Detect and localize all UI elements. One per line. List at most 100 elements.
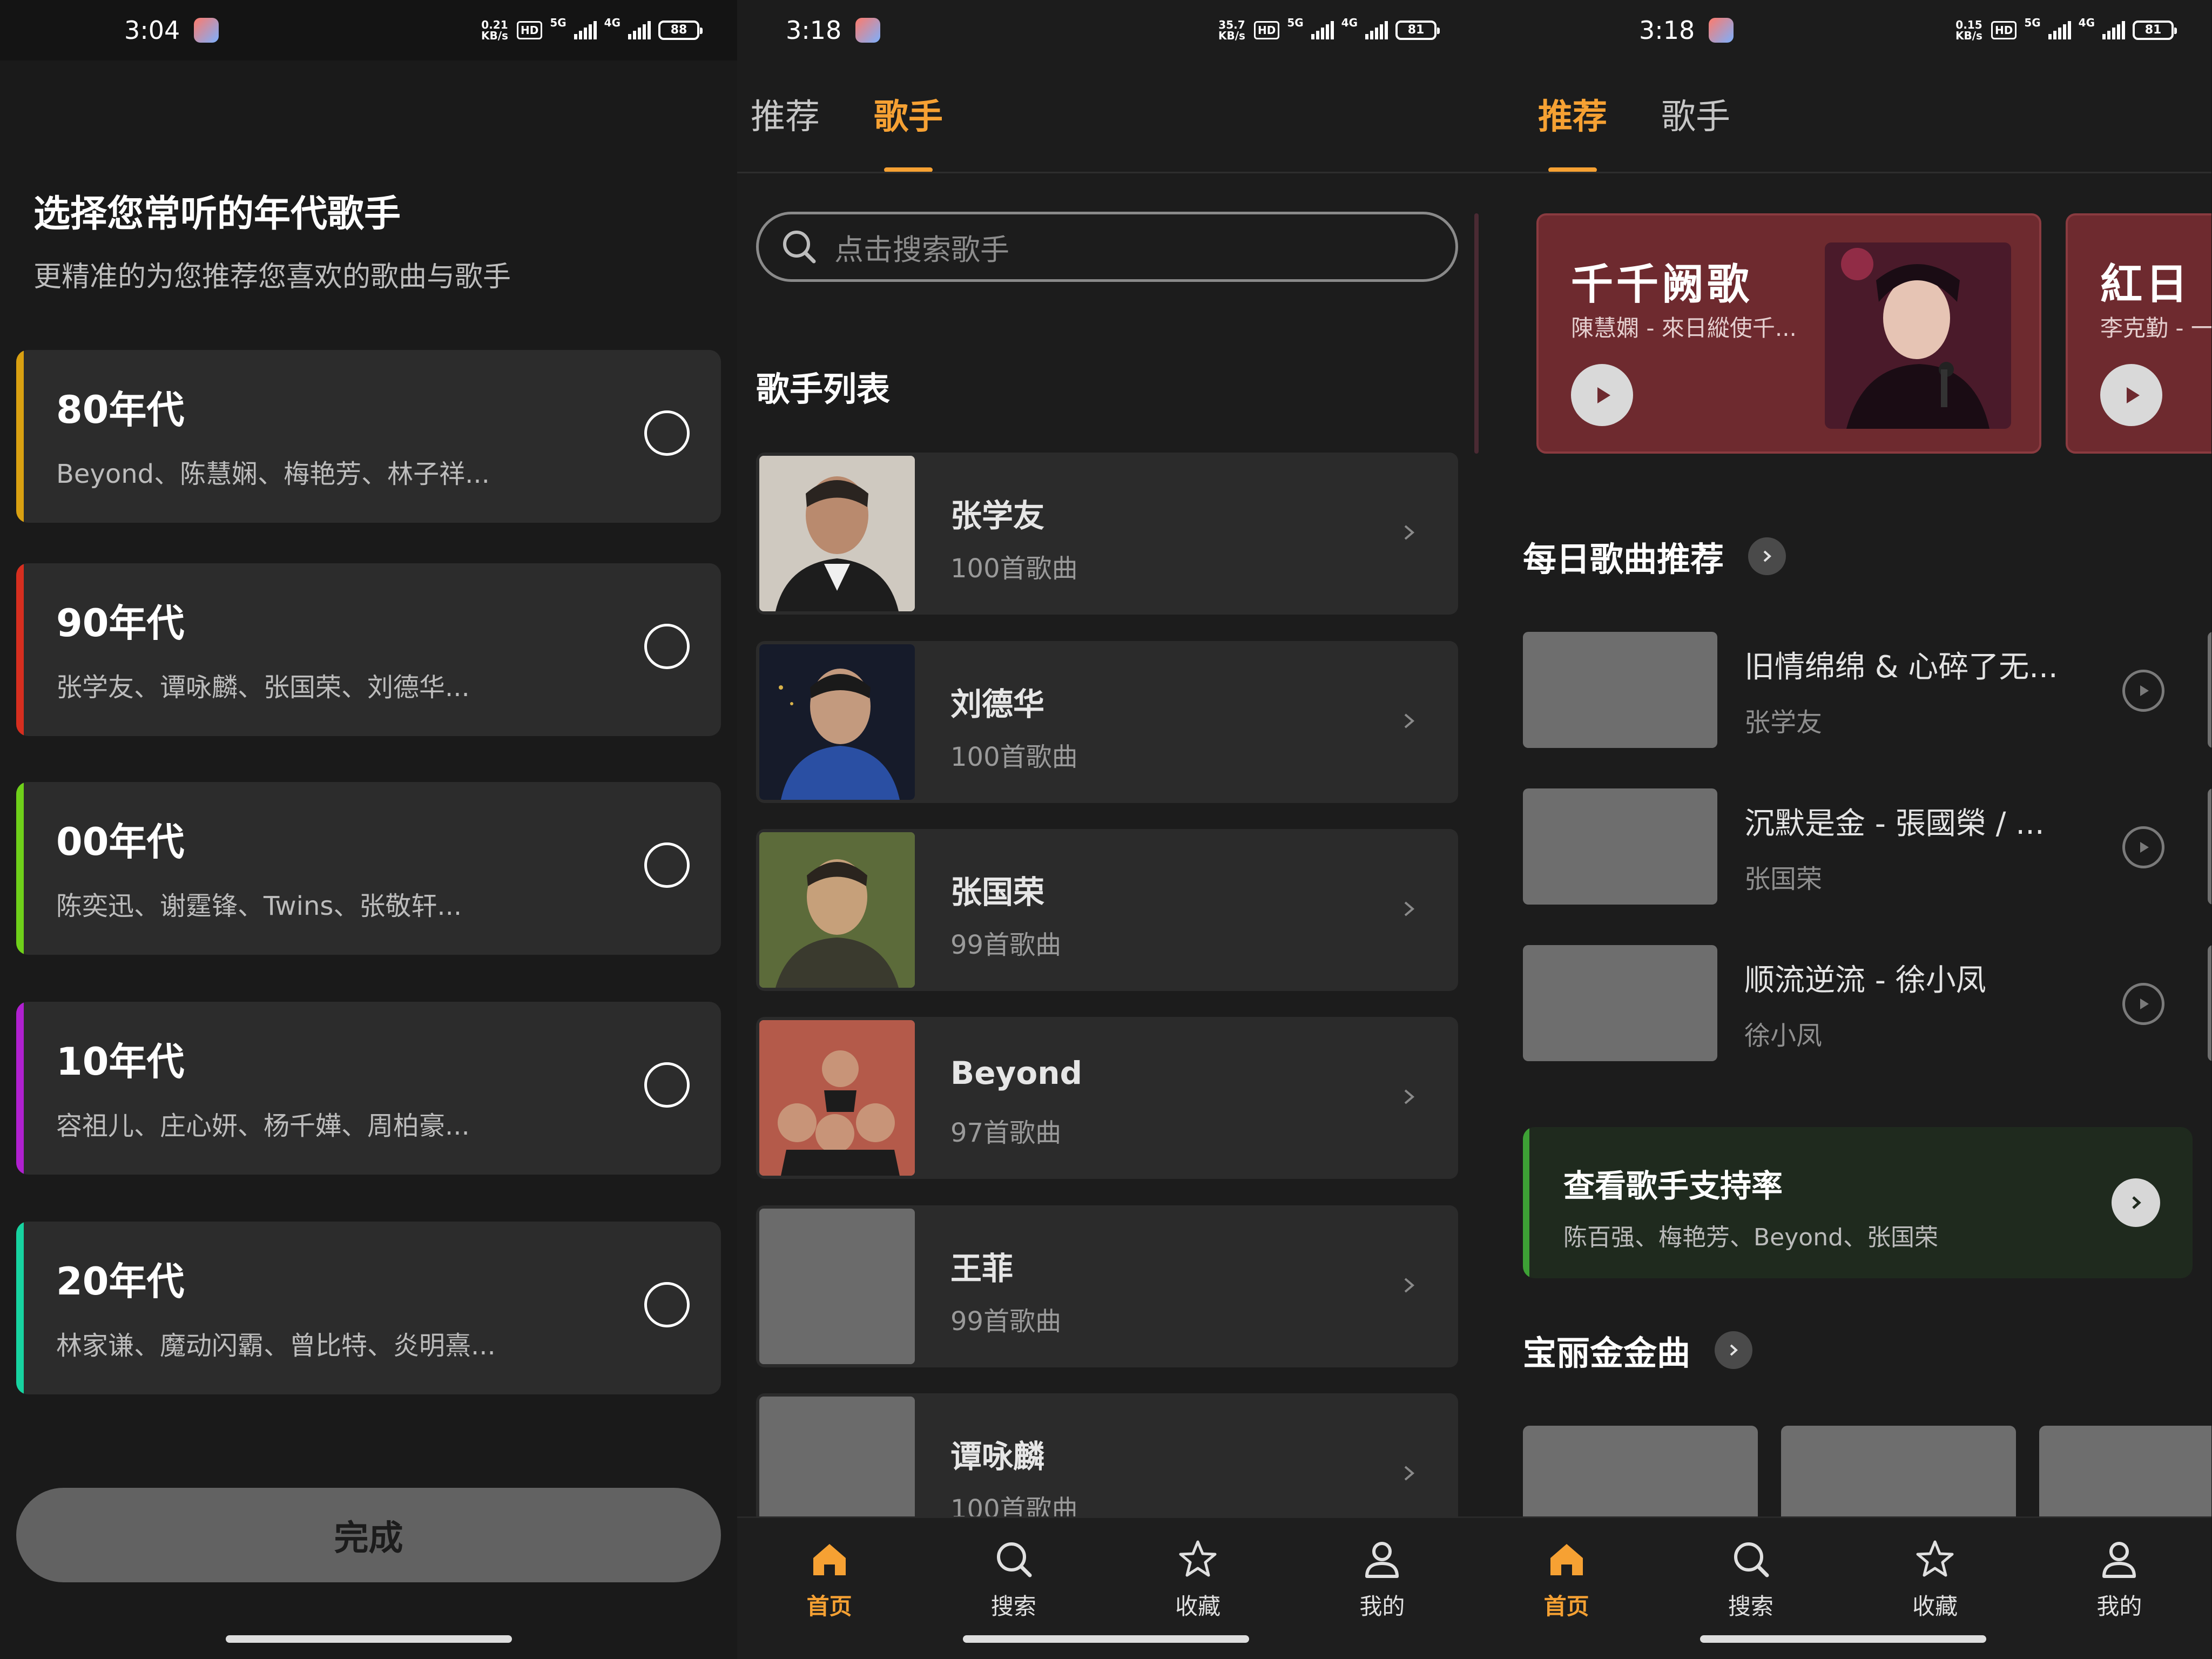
era-card-10s[interactable]: 10年代 容祖儿、庄心妍、杨千嬅、周柏豪... — [16, 1002, 721, 1175]
era-card-00s[interactable]: 00年代 陈奕迅、谢霆锋、Twins、张敬轩... — [16, 782, 721, 955]
album-tile-placeholder[interactable] — [1781, 1426, 2016, 1523]
era-radio-button[interactable] — [644, 410, 690, 456]
nav-home[interactable]: 首页 — [1507, 1537, 1626, 1659]
era-artists: Beyond、陈慧娴、梅艳芳、林子祥... — [56, 459, 490, 489]
era-radio-button[interactable] — [644, 624, 690, 669]
era-radio-button[interactable] — [644, 1062, 690, 1108]
tab-recommend[interactable]: 推荐 — [1538, 89, 1607, 172]
status-bar: 3:18 35.7 KB/s HD 5G 4G 81 — [737, 0, 1474, 60]
era-card-90s[interactable]: 90年代 张学友、谭咏麟、张国荣、刘德华... — [16, 563, 721, 736]
artist-row[interactable]: 张学友 100首歌曲 — [756, 453, 1458, 615]
song-row[interactable]: 沉默是金 - 張國榮 / ... 张国荣 — [1523, 788, 2211, 913]
chevron-right-icon[interactable] — [1748, 537, 1786, 575]
tab-singers[interactable]: 歌手 — [1661, 89, 1730, 139]
play-button[interactable] — [2122, 826, 2164, 868]
chevron-right-icon — [1399, 1457, 1420, 1489]
star-icon — [1179, 1540, 1217, 1577]
gold-section-header[interactable]: 宝丽金金曲 — [1523, 1326, 1753, 1374]
artist-photo — [759, 832, 915, 988]
era-card-20s[interactable]: 20年代 林家谦、魔动闪霸、曾比特、炎明熹... — [16, 1222, 721, 1394]
chevron-right-icon[interactable] — [2112, 1178, 2160, 1227]
song-row[interactable]: 旧情绵绵 & 心碎了无... 张学友 — [1523, 632, 2211, 756]
era-artists: 张学友、谭咏麟、张国荣、刘德华... — [56, 672, 470, 703]
album-tile-placeholder[interactable] — [2039, 1426, 2211, 1523]
song-cover-placeholder — [1523, 945, 1717, 1061]
nav-profile[interactable]: 我的 — [1323, 1537, 1441, 1659]
hd-voice-icon: HD — [1253, 21, 1280, 39]
artist-song-count: 100首歌曲 — [950, 742, 1078, 772]
nav-label: 搜索 — [1728, 1593, 1773, 1620]
network-type-5g: 5G — [2024, 16, 2041, 29]
battery-icon: 81 — [2133, 21, 2177, 40]
era-name: 20年代 — [56, 1259, 185, 1304]
era-card-80s[interactable]: 80年代 Beyond、陈慧娴、梅艳芳、林子祥... — [16, 350, 721, 523]
nav-label: 收藏 — [1175, 1593, 1221, 1620]
era-artists: 林家谦、魔动闪霸、曾比特、炎明熹... — [56, 1331, 496, 1361]
singer-list-title: 歌手列表 — [756, 369, 891, 409]
singer-support-card[interactable]: 查看歌手支持率 陈百强、梅艳芳、Beyond、张国荣 — [1523, 1127, 2193, 1278]
artist-row[interactable]: 刘德华 100首歌曲 — [756, 641, 1458, 803]
home-indicator[interactable] — [225, 1635, 512, 1643]
banner-photo — [1825, 242, 2011, 429]
era-selection-screen: 3:04 0.21 KB/s HD 5G 4G 88 选择您常听的年代歌手 更精… — [0, 0, 737, 1659]
song-title: 沉默是金 - 張國榮 / ... — [1744, 806, 2045, 841]
network-speed: 0.15 KB/s — [1955, 18, 1982, 42]
play-button[interactable] — [2122, 670, 2164, 712]
artist-row[interactable]: Beyond 97首歌曲 — [756, 1017, 1458, 1179]
artist-row[interactable]: 王菲 99首歌曲 — [756, 1205, 1458, 1367]
song-row[interactable]: 顺流逆流 - 徐小凤 徐小凤 — [1523, 945, 2211, 1069]
artist-photo — [759, 1020, 915, 1176]
era-artists: 容祖儿、庄心妍、杨千嬅、周柏豪... — [56, 1111, 470, 1141]
network-type-5g: 5G — [550, 16, 567, 29]
home-icon — [813, 1544, 846, 1575]
nav-home[interactable]: 首页 — [770, 1537, 889, 1659]
daily-section-header[interactable]: 每日歌曲推荐 — [1523, 532, 1786, 581]
nav-label: 搜索 — [990, 1593, 1036, 1620]
artist-song-count: 100首歌曲 — [950, 554, 1078, 584]
play-icon — [2126, 387, 2140, 403]
era-radio-button[interactable] — [644, 1282, 690, 1327]
support-title: 查看歌手支持率 — [1563, 1168, 1783, 1204]
artist-name: Beyond — [950, 1055, 1083, 1091]
play-icon — [2140, 999, 2149, 1009]
nav-label: 首页 — [1543, 1593, 1589, 1620]
nav-label: 我的 — [2096, 1593, 2142, 1620]
network-type-4g: 4G — [2078, 16, 2095, 29]
singers-screen: 3:18 35.7 KB/s HD 5G 4G 81 推荐 歌手 点击搜索歌手 … — [737, 0, 1474, 1659]
banner-title: 紅日 — [2100, 260, 2191, 309]
play-button[interactable] — [1571, 364, 1633, 426]
home-icon — [1550, 1544, 1583, 1575]
tab-singers[interactable]: 歌手 — [874, 89, 943, 172]
album-tile-placeholder[interactable] — [1523, 1426, 1758, 1523]
search-icon — [780, 228, 818, 266]
artist-row[interactable]: 张国荣 99首歌曲 — [756, 829, 1458, 991]
search-input[interactable]: 点击搜索歌手 — [756, 212, 1458, 282]
play-button[interactable] — [2122, 983, 2164, 1025]
song-cover-placeholder — [1523, 632, 1717, 748]
era-radio-button[interactable] — [644, 842, 690, 888]
banner-card[interactable]: 紅日 李克勤 - 一生不 — [2066, 213, 2211, 454]
hd-voice-icon: HD — [516, 21, 543, 39]
top-tabs: 推荐 歌手 — [751, 89, 943, 172]
search-icon — [1734, 1542, 1769, 1577]
song-cover-edge — [2208, 788, 2211, 905]
nav-profile[interactable]: 我的 — [2060, 1537, 2179, 1659]
top-tabs: 推荐 歌手 — [1538, 89, 1730, 172]
banner-subtitle: 陳慧嫻 - 來日縱使千... — [1571, 315, 1797, 341]
network-speed: 0.21 KB/s — [481, 18, 508, 42]
battery-icon: 81 — [1395, 21, 1440, 40]
play-button[interactable] — [2100, 364, 2162, 426]
banner-card[interactable]: 千千阙歌 陳慧嫻 - 來日縱使千... — [1536, 213, 2041, 454]
done-button[interactable]: 完成 — [16, 1488, 721, 1582]
era-accent-bar — [16, 1002, 24, 1175]
home-indicator[interactable] — [1700, 1635, 1986, 1643]
support-accent-bar — [1523, 1127, 1529, 1278]
artist-name: 刘德华 — [950, 686, 1045, 723]
nav-label: 我的 — [1359, 1593, 1405, 1620]
home-indicator[interactable] — [962, 1635, 1249, 1643]
tab-recommend[interactable]: 推荐 — [751, 89, 820, 139]
chevron-right-icon[interactable] — [1715, 1331, 1753, 1369]
battery-icon: 88 — [658, 21, 703, 40]
artist-name: 张学友 — [950, 497, 1045, 534]
signal-icon — [574, 21, 597, 39]
